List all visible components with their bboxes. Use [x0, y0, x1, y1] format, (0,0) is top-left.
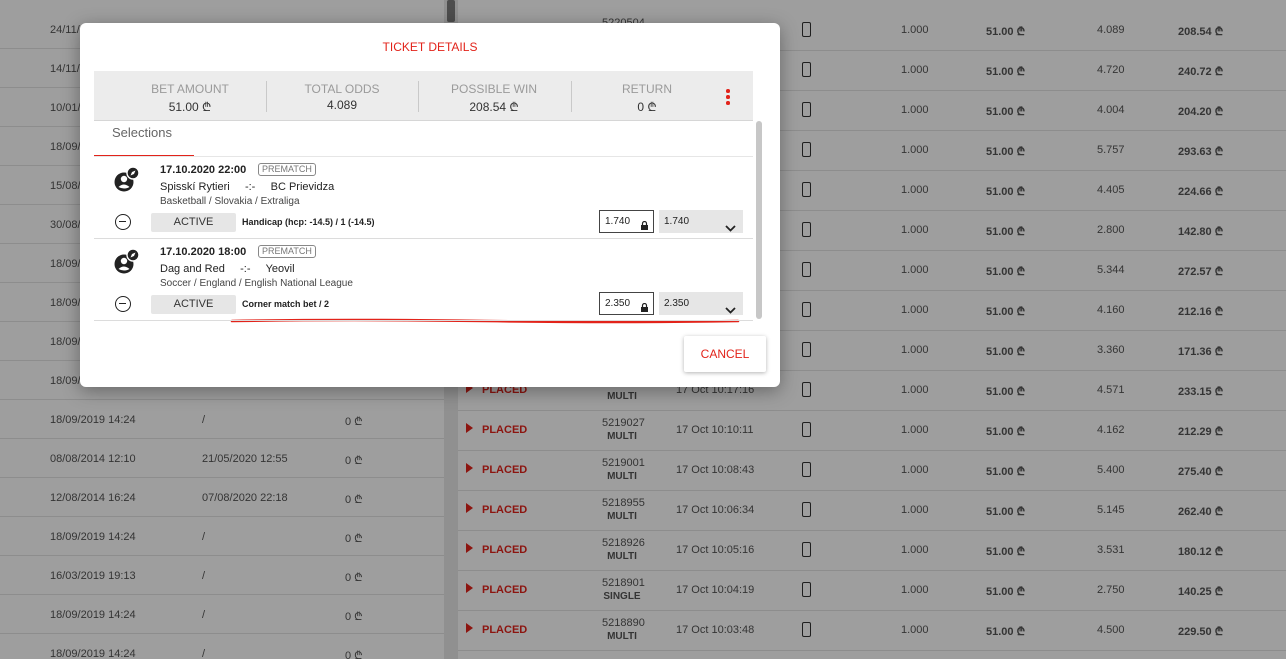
odds-dropdown[interactable]: 2.350	[659, 292, 743, 315]
ticket-details-modal: TICKET DETAILS BET AMOUNT 51.00 ₾ TOTAL …	[80, 23, 780, 387]
selection-teams: Spisskí Rytieri -:- BC Prievidza	[160, 181, 335, 193]
selection-status-badge: ACTIVE	[151, 295, 236, 314]
possible-win-cell: POSSIBLE WIN 208.54 ₾	[418, 71, 570, 121]
chevron-down-icon[interactable]	[725, 218, 736, 232]
selection-market: Handicap (hcp: -14.5) / 1 (-14.5)	[242, 217, 375, 227]
minus-circle-icon[interactable]	[115, 296, 131, 312]
ticket-summary-bar: BET AMOUNT 51.00 ₾ TOTAL ODDS 4.089 POSS…	[94, 71, 753, 121]
prematch-badge: PREMATCH	[258, 245, 316, 258]
chevron-down-icon[interactable]	[725, 300, 736, 314]
user-compass-icon	[113, 166, 140, 193]
bet-amount-value: 51.00 ₾	[168, 100, 212, 114]
total-odds-label: TOTAL ODDS	[304, 82, 380, 96]
locked-odds-box: 2.350	[599, 292, 654, 315]
lock-icon	[641, 217, 648, 230]
locked-odds-value: 2.350	[605, 298, 631, 309]
bet-amount-label: BET AMOUNT	[151, 82, 229, 96]
tab-selections[interactable]: Selections	[94, 123, 194, 157]
return-value: 0 ₾	[637, 100, 657, 114]
bet-amount-cell: BET AMOUNT 51.00 ₾	[114, 71, 266, 121]
cancel-button[interactable]: CANCEL	[684, 336, 766, 372]
return-cell: RETURN 0 ₾	[571, 71, 723, 121]
total-odds-value: 4.089	[326, 98, 358, 112]
selection-datetime: 17.10.2020 18:00	[160, 246, 247, 258]
selection-item: 17.10.2020 18:00 PREMATCH Dag and Red -:- …	[94, 239, 753, 321]
possible-win-label: POSSIBLE WIN	[450, 82, 538, 96]
selection-teams: Dag and Red -:- Yeovil	[160, 263, 295, 275]
locked-odds-box: 1.740	[599, 210, 654, 233]
selection-league-path: Basketball / Slovakia / Extraliga	[160, 196, 300, 207]
odds-dropdown-value: 1.740	[664, 216, 690, 227]
prematch-badge: PREMATCH	[258, 163, 316, 176]
return-label: RETURN	[622, 82, 672, 96]
selection-league-path: Soccer / England / English National Leag…	[160, 278, 353, 289]
odds-dropdown[interactable]: 1.740	[659, 210, 743, 233]
user-compass-icon	[113, 248, 140, 275]
modal-title: TICKET DETAILS	[382, 40, 478, 54]
minus-circle-icon[interactable]	[115, 214, 131, 230]
odds-dropdown-value: 2.350	[664, 298, 690, 309]
selection-item: 17.10.2020 22:00 PREMATCH Spisskí Rytieri …	[94, 157, 753, 239]
tab-selections-label: Selections	[112, 125, 172, 140]
selection-datetime: 17.10.2020 22:00	[160, 164, 247, 176]
total-odds-cell: TOTAL ODDS 4.089	[266, 71, 418, 121]
locked-odds-value: 1.740	[605, 216, 631, 227]
selection-market: Corner match bet / 2	[242, 299, 330, 309]
more-vertical-icon[interactable]	[724, 89, 732, 107]
modal-scrollbar-thumb[interactable]	[756, 121, 762, 319]
selection-status-badge: ACTIVE	[151, 213, 236, 232]
possible-win-value: 208.54 ₾	[469, 100, 519, 114]
lock-icon	[641, 299, 648, 312]
